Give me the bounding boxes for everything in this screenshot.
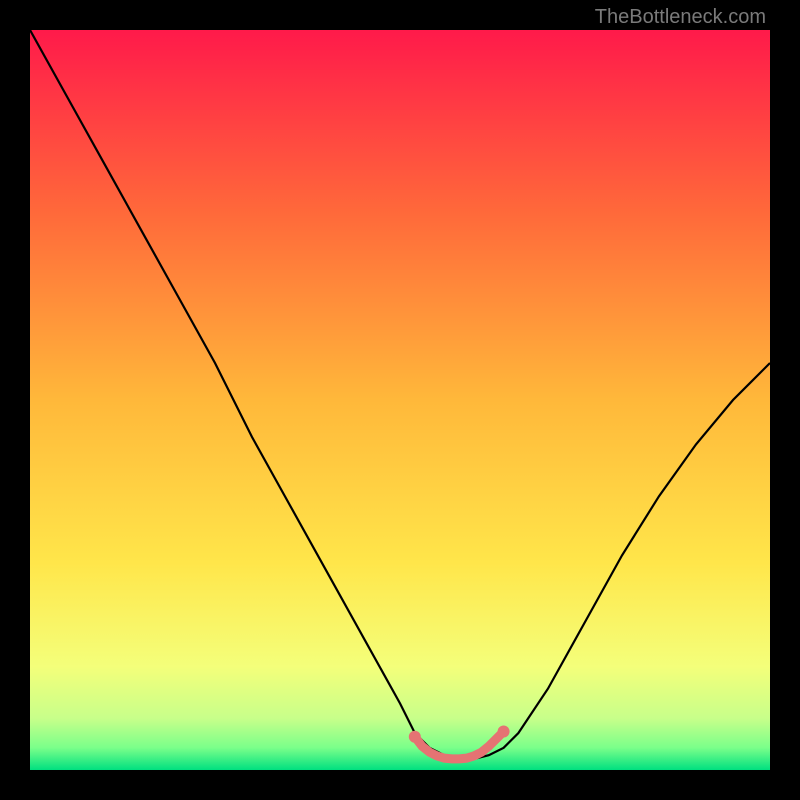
watermark-label: TheBottleneck.com [595,6,766,29]
chart-background [30,30,770,770]
optimal-endpoint-dot [409,731,421,743]
optimal-endpoint-dot [498,726,510,738]
bottleneck-chart [30,30,770,770]
chart-container: TheBottleneck.com [0,0,800,800]
